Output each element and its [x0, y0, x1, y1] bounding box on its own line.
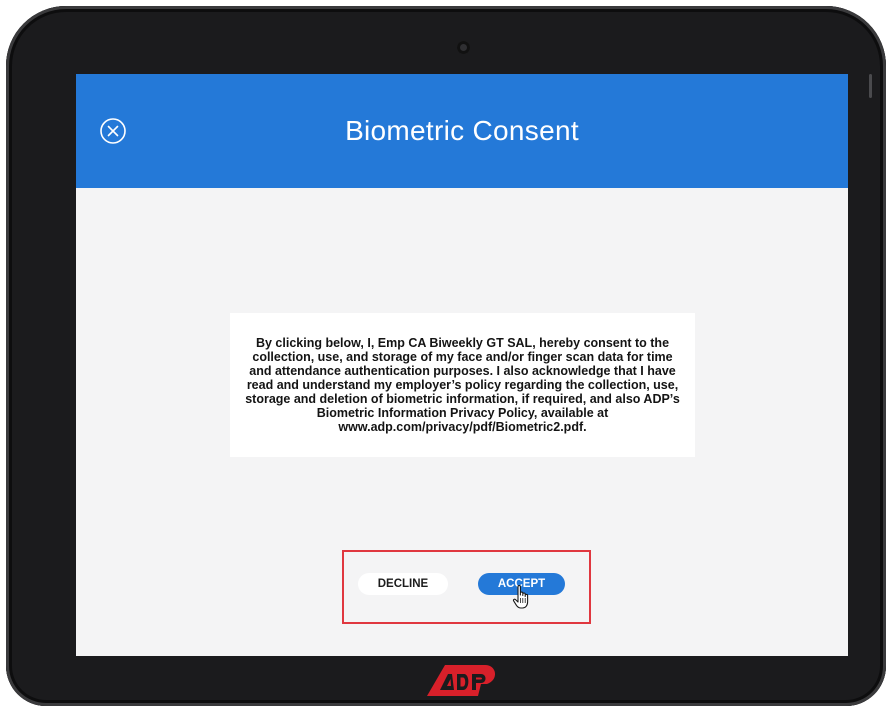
close-circle-icon — [100, 118, 126, 144]
tablet-device-frame: Biometric Consent By clicking below, I, … — [6, 6, 886, 706]
decline-button[interactable]: DECLINE — [358, 573, 448, 595]
close-button[interactable] — [98, 116, 128, 146]
adp-logo — [427, 665, 496, 696]
consent-panel: By clicking below, I, Emp CA Biweekly GT… — [230, 313, 695, 457]
consent-text: By clicking below, I, Emp CA Biweekly GT… — [245, 336, 680, 434]
app-screen: Biometric Consent By clicking below, I, … — [76, 74, 848, 656]
hand-pointer-icon — [512, 584, 529, 609]
header-bar: Biometric Consent — [76, 74, 848, 188]
front-camera — [457, 41, 470, 54]
page-title: Biometric Consent — [345, 115, 579, 146]
side-button — [869, 74, 872, 98]
